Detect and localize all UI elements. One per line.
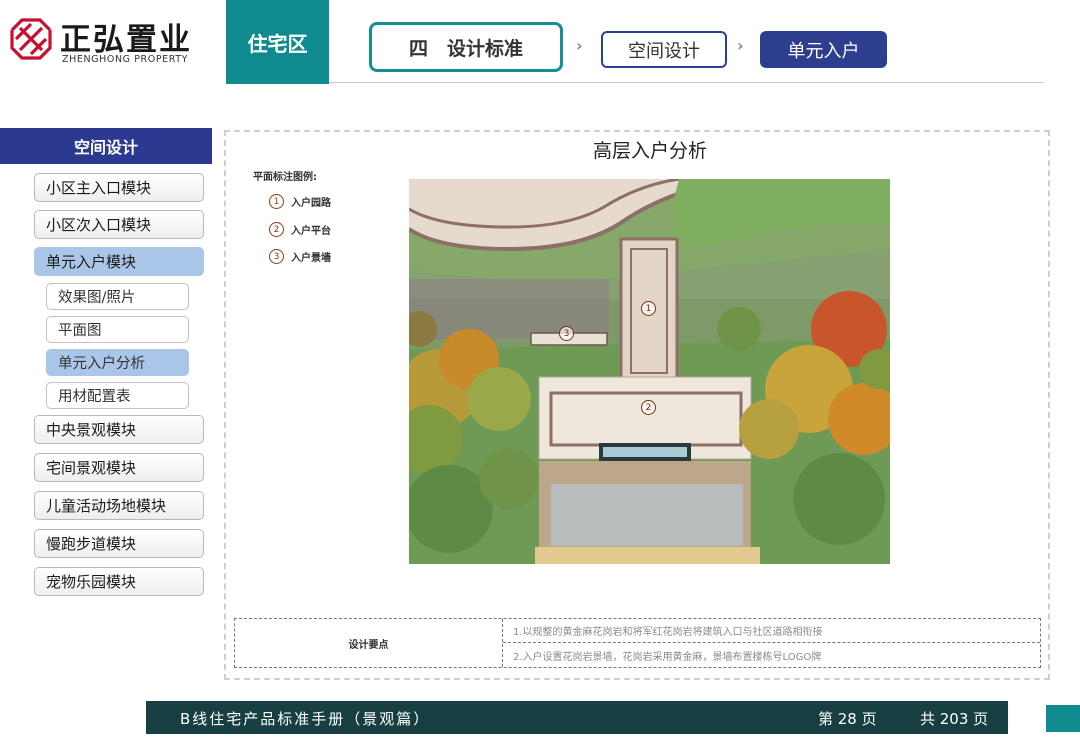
legend-number: 1 xyxy=(269,194,284,209)
sidebar-item-children-play[interactable]: 儿童活动场地模块 xyxy=(34,491,204,520)
footer-bar: B线住宅产品标准手册（景观篇） 第 28 页 共 203 页 xyxy=(146,701,1008,734)
sidebar-title: 空间设计 xyxy=(0,128,212,164)
breadcrumb-section[interactable]: 四 设计标准 xyxy=(369,22,563,72)
breadcrumb-parent[interactable]: 空间设计 xyxy=(601,31,727,68)
sidebar-subitem-analysis[interactable]: 单元入户分析 xyxy=(46,349,189,376)
legend-number: 2 xyxy=(269,222,284,237)
sidebar-item-jogging-track[interactable]: 慢跑步道模块 xyxy=(34,529,204,558)
sidebar-item-main-entrance[interactable]: 小区主入口模块 xyxy=(34,173,204,202)
sidebar-subitem-renderings[interactable]: 效果图/照片 xyxy=(46,283,189,310)
legend-label: 入户园路 xyxy=(291,198,331,209)
company-logo: 正弘置业 ZHENGHONG PROPERTY xyxy=(6,12,216,70)
plan-marker-path: 1 xyxy=(641,301,656,316)
design-requirements-table: 设计要点 1.以规整的黄金麻花岗岩和将军红花岗岩将建筑入口与社区道路相衔接 2.… xyxy=(234,618,1041,668)
breadcrumb-current[interactable]: 单元入户 xyxy=(760,31,887,68)
plan-marker-wall: 3 xyxy=(559,326,574,341)
breadcrumb-separator-icon: › xyxy=(576,36,583,55)
header-divider xyxy=(329,82,1044,83)
sidebar-item-secondary-entrance[interactable]: 小区次入口模块 xyxy=(34,210,204,239)
plan-marker-platform: 2 xyxy=(641,400,656,415)
footer-title: B线住宅产品标准手册（景观篇） xyxy=(180,710,431,728)
footer-accent-block xyxy=(1046,705,1080,732)
legend-item: 3 入户景墙 xyxy=(269,249,331,264)
page-number: 第 28 页 xyxy=(818,710,877,728)
requirement-row: 2.入户设置花岗岩景墙，花岗岩采用黄金麻，景墙布置楼栋号LOGO牌 xyxy=(513,651,822,663)
page-total: 共 203 页 xyxy=(920,710,989,728)
sidebar-item-unit-entrance[interactable]: 单元入户模块 xyxy=(34,247,204,276)
legend-number: 3 xyxy=(269,249,284,264)
legend-item: 1 入户园路 xyxy=(269,194,331,209)
logo-company-name-en: ZHENGHONG PROPERTY xyxy=(62,54,189,65)
page-title: 高层入户分析 xyxy=(592,140,707,162)
breadcrumb-separator-icon: › xyxy=(737,36,744,55)
site-plan-drawing xyxy=(409,179,890,564)
requirement-row: 1.以规整的黄金麻花岗岩和将军红花岗岩将建筑入口与社区道路相衔接 xyxy=(503,619,1040,643)
legend-item: 2 入户平台 xyxy=(269,222,331,237)
requirements-label: 设计要点 xyxy=(235,619,503,667)
logo-company-name: 正弘置业 xyxy=(60,22,192,58)
legend-title: 平面标注图例: xyxy=(253,172,317,183)
sidebar-item-pet-park[interactable]: 宠物乐园模块 xyxy=(34,567,204,596)
logo-mark-icon xyxy=(10,18,52,60)
legend-label: 入户平台 xyxy=(291,226,331,237)
site-plan-image: 1 2 3 xyxy=(409,179,890,564)
sidebar-item-between-buildings[interactable]: 宅间景观模块 xyxy=(34,453,204,482)
sidebar-item-central-landscape[interactable]: 中央景观模块 xyxy=(34,415,204,444)
sidebar-subitem-plan[interactable]: 平面图 xyxy=(46,316,189,343)
sidebar-subitem-materials[interactable]: 用材配置表 xyxy=(46,382,189,409)
zone-tab[interactable]: 住宅区 xyxy=(226,0,329,84)
legend-label: 入户景墙 xyxy=(291,253,331,264)
